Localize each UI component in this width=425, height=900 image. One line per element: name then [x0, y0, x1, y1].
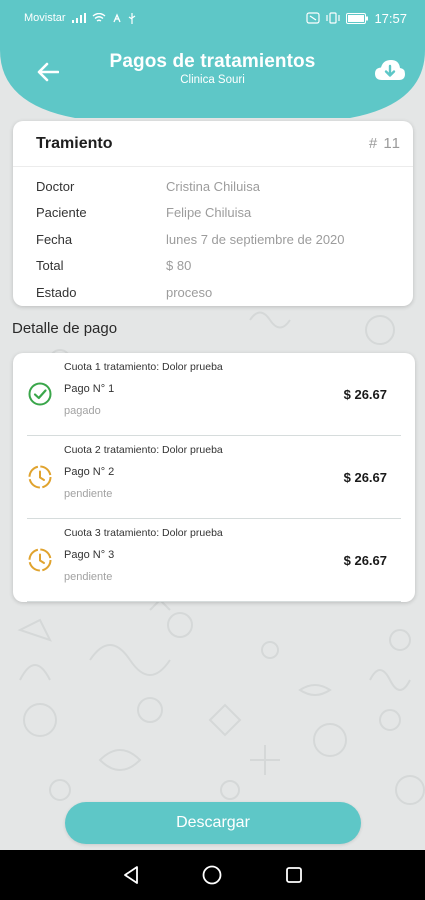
- info-value: Felipe Chiluisa: [166, 205, 252, 221]
- info-value: lunes 7 de septiembre de 2020: [166, 231, 345, 247]
- nav-recents-icon: [286, 867, 303, 883]
- wifi-icon: [92, 13, 106, 22]
- info-label: Fecha: [36, 231, 73, 247]
- treatment-title: Tramiento: [36, 134, 113, 152]
- page-title: Pagos de tratamientos: [109, 51, 316, 72]
- battery-icon: [346, 12, 369, 24]
- payment-item[interactable]: Cuota 3 tratamiento: Dolor prueba Pago N…: [27, 519, 401, 602]
- info-row-total: Total $ 80: [13, 253, 413, 280]
- usb-icon: [128, 12, 135, 24]
- payment-amount: $ 26.67: [343, 553, 387, 568]
- nav-home-button[interactable]: [200, 863, 224, 887]
- status-bar: Movistar 17:57: [0, 0, 425, 36]
- check-circle-icon: [28, 382, 52, 406]
- clock-icon: [28, 465, 52, 489]
- info-row-doctor: Doctor Cristina Chiluisa: [13, 173, 413, 200]
- treatment-card: Tramiento # 11 Doctor Cristina Chiluisa …: [13, 121, 413, 306]
- clock-time: 17:57: [374, 10, 407, 26]
- payment-description: Cuota 1 tratamiento: Dolor prueba: [64, 361, 223, 373]
- info-label: Paciente: [36, 205, 87, 221]
- info-row-patient: Paciente Felipe Chiluisa: [13, 200, 413, 227]
- cloud-download-icon: [375, 60, 405, 80]
- payment-number: Pago N° 2: [64, 466, 115, 478]
- payment-number: Pago N° 1: [64, 383, 115, 395]
- nav-back-button[interactable]: [119, 863, 143, 887]
- download-button[interactable]: Descargar: [65, 802, 361, 844]
- payment-number: Pago N° 3: [64, 549, 115, 561]
- info-label: Doctor: [36, 178, 75, 194]
- info-value: Cristina Chiluisa: [166, 178, 260, 194]
- info-label: Total: [36, 258, 64, 274]
- info-value: proceso: [166, 284, 213, 300]
- payment-detail-title: Detalle de pago: [12, 320, 118, 337]
- payment-state: pendiente: [64, 488, 113, 500]
- payment-item[interactable]: Cuota 1 tratamiento: Dolor prueba Pago N…: [27, 353, 401, 436]
- clock-icon: [28, 548, 52, 572]
- info-row-date: Fecha lunes 7 de septiembre de 2020: [13, 226, 413, 253]
- nfc-icon: [306, 12, 321, 24]
- payment-description: Cuota 3 tratamiento: Dolor prueba: [64, 527, 223, 539]
- payments-card: Cuota 1 tratamiento: Dolor prueba Pago N…: [13, 353, 415, 602]
- usb-debug-icon: [112, 13, 121, 23]
- carrier-label: Movistar: [24, 12, 66, 24]
- header-download-button[interactable]: [374, 58, 406, 86]
- treatment-number: # 11: [368, 135, 401, 152]
- info-value: $ 80: [166, 258, 192, 274]
- payment-description: Cuota 2 tratamiento: Dolor prueba: [64, 444, 223, 456]
- payment-state: pagado: [64, 405, 101, 417]
- page-subtitle: Clinica Souri: [180, 74, 245, 86]
- payment-state: pendiente: [64, 571, 113, 583]
- payment-item[interactable]: Cuota 2 tratamiento: Dolor prueba Pago N…: [27, 436, 401, 519]
- system-navigation-bar: [0, 850, 425, 900]
- nav-recents-button[interactable]: [282, 863, 306, 887]
- info-row-status: Estado proceso: [13, 279, 413, 306]
- header-titles: Pagos de tratamientos Clinica Souri: [90, 51, 335, 86]
- vibrate-icon: [326, 12, 341, 24]
- nav-home-icon: [203, 865, 222, 885]
- payment-amount: $ 26.67: [343, 387, 387, 402]
- info-label: Estado: [36, 284, 77, 300]
- arrow-left-icon: [37, 62, 59, 82]
- back-button[interactable]: [34, 58, 62, 86]
- signal-icon: [71, 13, 86, 23]
- payment-amount: $ 26.67: [343, 470, 387, 485]
- treatment-card-header: Tramiento # 11: [13, 121, 413, 167]
- nav-back-icon: [123, 866, 138, 884]
